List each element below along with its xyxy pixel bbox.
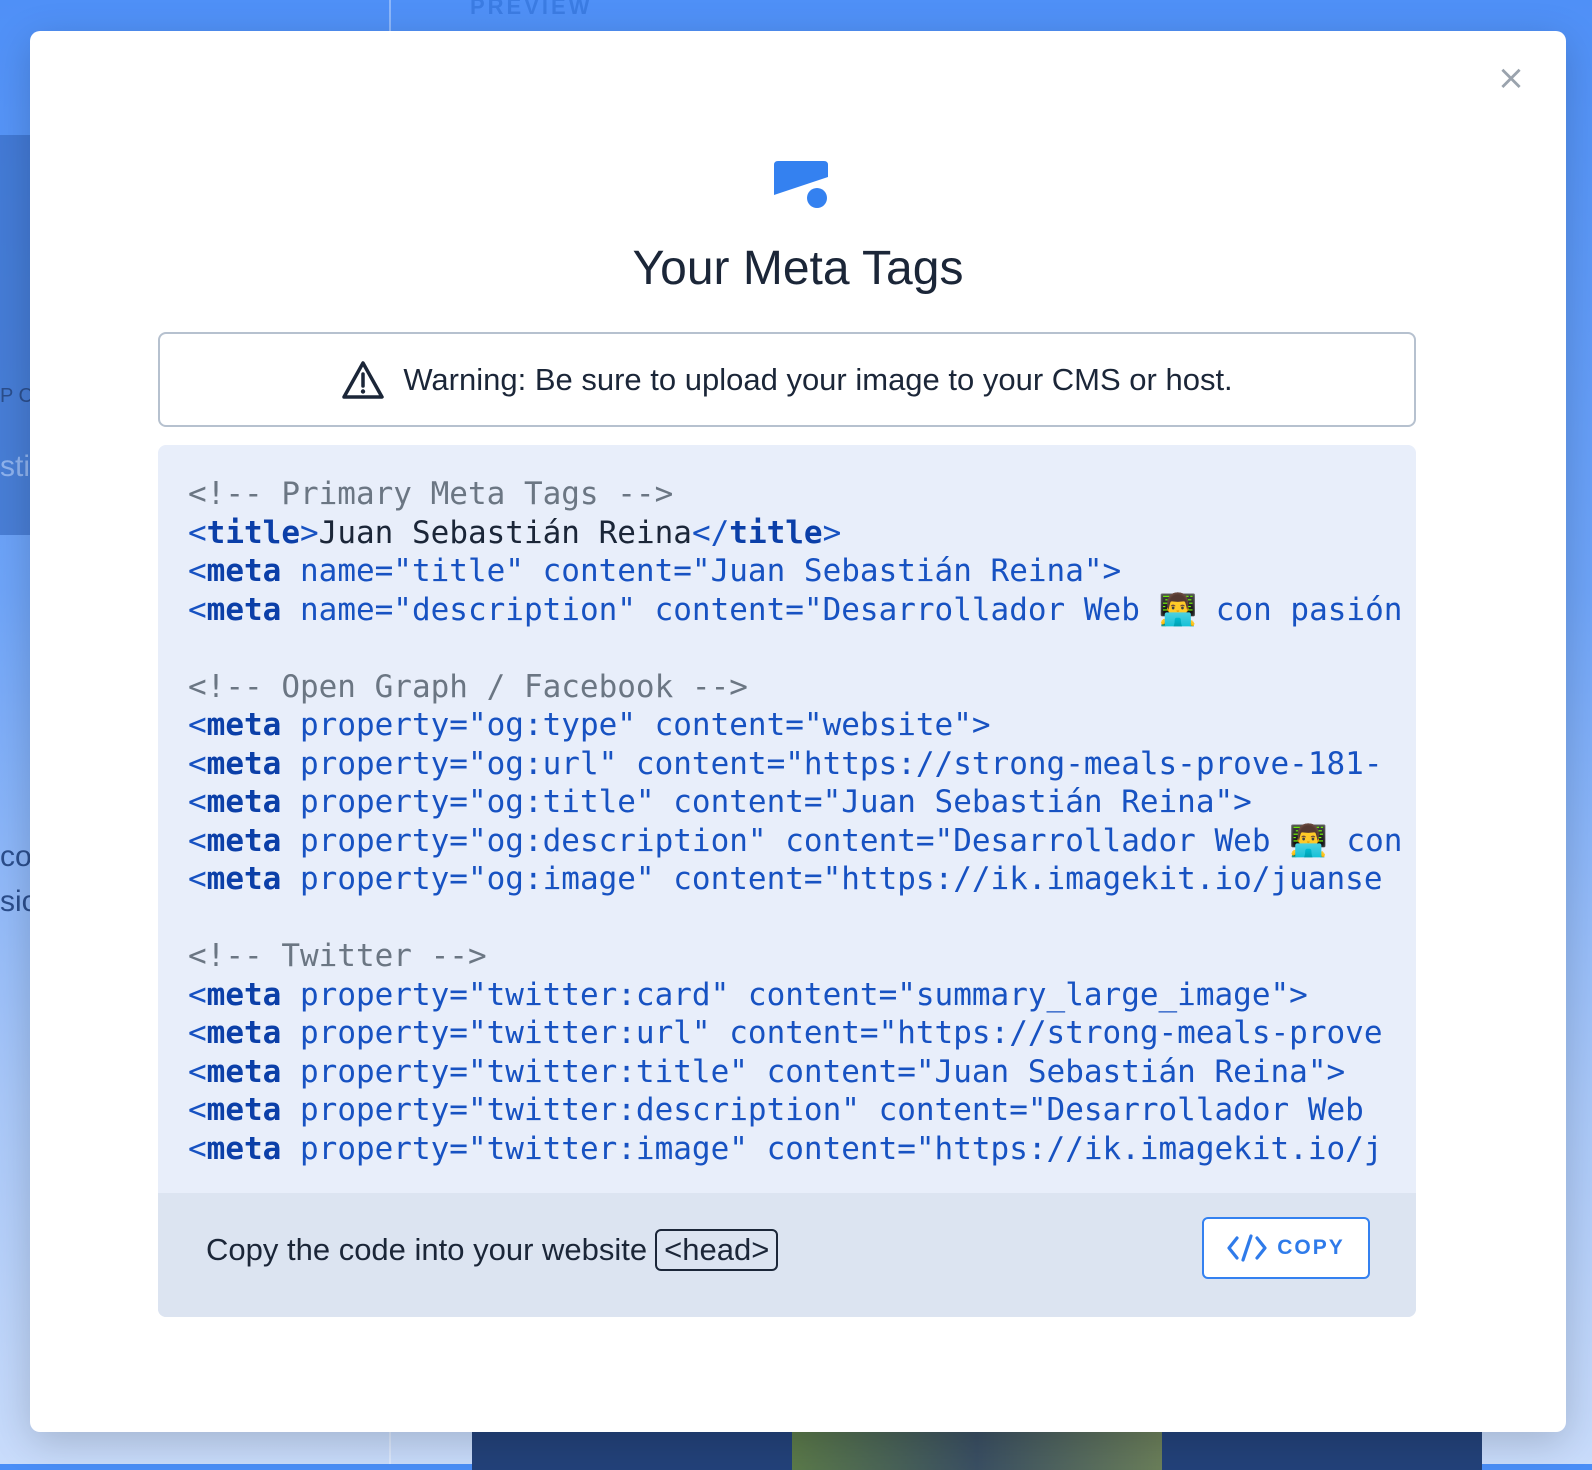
code-tag-name: title: [206, 514, 300, 551]
background-fragment: sti: [0, 450, 30, 483]
copy-button[interactable]: COPY: [1202, 1217, 1370, 1279]
code-attributes: property="og:type" content="website">: [281, 707, 991, 743]
code-bracket: <: [188, 553, 207, 589]
code-line: <!-- Open Graph / Facebook -->: [188, 668, 1404, 707]
meta-tags-code-block[interactable]: <!-- Primary Meta Tags --> <title>Juan Se…: [188, 475, 1404, 1195]
code-line: <meta property="og:url" content="https:/…: [188, 745, 1404, 784]
background-photo: [792, 1430, 1162, 1470]
copy-instruction-text: Copy the code into your website: [206, 1232, 648, 1267]
code-tag-name: meta: [206, 1015, 282, 1051]
code-attributes: property="og:title" content="Juan Sebast…: [281, 784, 1252, 820]
code-tag-name: title: [729, 514, 823, 551]
code-comment: <!-- Twitter -->: [188, 938, 487, 974]
code-bracket: >: [822, 514, 842, 551]
code-attributes: property="twitter:title" content="Juan S…: [281, 1053, 1346, 1090]
code-bracket: <: [188, 1015, 207, 1051]
background-fragment: co: [0, 840, 32, 873]
code-attributes: property="og:description" content="Desar…: [281, 822, 1403, 859]
code-bracket: <: [188, 861, 207, 897]
code-bracket: <: [188, 1053, 207, 1090]
head-tag-badge: <head>: [655, 1229, 779, 1271]
code-attributes: property="twitter:image" content="https:…: [281, 1130, 1383, 1167]
code-line: <meta property="twitter:url" content="ht…: [188, 1014, 1404, 1053]
warning-banner: Warning: Be sure to upload your image to…: [158, 332, 1416, 427]
code-tag-name: meta: [206, 1130, 282, 1167]
code-attributes: name="description" content="Desarrollado…: [281, 591, 1403, 628]
code-line: <meta property="twitter:description" con…: [188, 1091, 1404, 1130]
code-line: <meta property="og:description" content=…: [188, 822, 1404, 861]
code-bracket: <: [188, 1092, 207, 1128]
code-tag-name: meta: [206, 1053, 282, 1090]
code-bracket: </: [691, 514, 730, 551]
code-comment: <!-- Primary Meta Tags -->: [188, 476, 674, 512]
code-line: <meta property="og:title" content="Juan …: [188, 783, 1404, 822]
code-line: <title>Juan Sebastián Reina</title>: [188, 514, 1404, 553]
background-preview-label: PREVIEW: [470, 0, 593, 19]
code-tag-name: meta: [206, 745, 282, 782]
code-bracket: <: [188, 514, 207, 551]
code-tag-name: meta: [206, 822, 282, 859]
code-line: <!-- Primary Meta Tags -->: [188, 475, 1404, 514]
code-attributes: name="title" content="Juan Sebastián Rei…: [281, 553, 1122, 589]
code-attributes: property="og:url" content="https://stron…: [281, 745, 1383, 782]
background-profile-banner: [472, 1430, 1482, 1470]
code-tag-name: meta: [206, 784, 282, 820]
code-bracket: <: [188, 784, 207, 820]
code-line: <meta property="og:type" content="websit…: [188, 706, 1404, 745]
code-attributes: property="twitter:card" content="summary…: [281, 976, 1308, 1013]
code-line: <meta name="title" content="Juan Sebasti…: [188, 552, 1404, 591]
code-line: <meta name="description" content="Desarr…: [188, 591, 1404, 630]
background-fragment: P C: [0, 385, 33, 407]
code-bracket: <: [188, 745, 207, 782]
modal-title: Your Meta Tags: [632, 242, 964, 295]
code-icon: [1227, 1234, 1267, 1262]
code-bracket: <: [188, 822, 207, 859]
code-line: <meta property="twitter:image" content="…: [188, 1130, 1404, 1169]
code-bracket: <: [188, 707, 207, 743]
code-footer: Copy the code into your website <head> C…: [158, 1193, 1416, 1317]
code-comment: <!-- Open Graph / Facebook -->: [188, 668, 748, 705]
warning-text: Warning: Be sure to upload your image to…: [403, 361, 1233, 397]
code-bracket: <: [188, 591, 207, 628]
code-line: <meta property="twitter:card" content="s…: [188, 976, 1404, 1015]
code-line: <!-- Twitter -->: [188, 937, 1404, 976]
close-icon[interactable]: ×: [1496, 61, 1526, 95]
code-tag-name: meta: [206, 861, 282, 897]
code-attributes: property="twitter:description" content="…: [281, 1092, 1364, 1128]
code-text: Juan Sebastián Reina: [318, 514, 692, 551]
code-tag-name: meta: [206, 553, 282, 589]
code-tag-name: meta: [206, 1092, 282, 1128]
code-tag-name: meta: [206, 976, 282, 1013]
meta-tags-modal: × Your Meta Tags Warning: Be sure to upl…: [30, 31, 1566, 1432]
code-panel: <!-- Primary Meta Tags --> <title>Juan Se…: [158, 445, 1416, 1317]
code-line: <meta property="og:image" content="https…: [188, 860, 1404, 899]
copy-instruction: Copy the code into your website <head>: [206, 1229, 779, 1271]
code-bracket: <: [188, 976, 207, 1013]
code-bracket: <: [188, 1130, 207, 1167]
app-logo-icon: [774, 161, 828, 208]
copy-button-label: COPY: [1277, 1236, 1345, 1259]
code-bracket: >: [300, 514, 319, 551]
code-line: <meta property="twitter:title" content="…: [188, 1053, 1404, 1092]
code-attributes: property="og:image" content="https://ik.…: [281, 861, 1383, 897]
code-tag-name: meta: [206, 591, 282, 628]
code-attributes: property="twitter:url" content="https://…: [281, 1015, 1383, 1051]
code-tag-name: meta: [206, 707, 282, 743]
warning-icon: [342, 360, 385, 399]
